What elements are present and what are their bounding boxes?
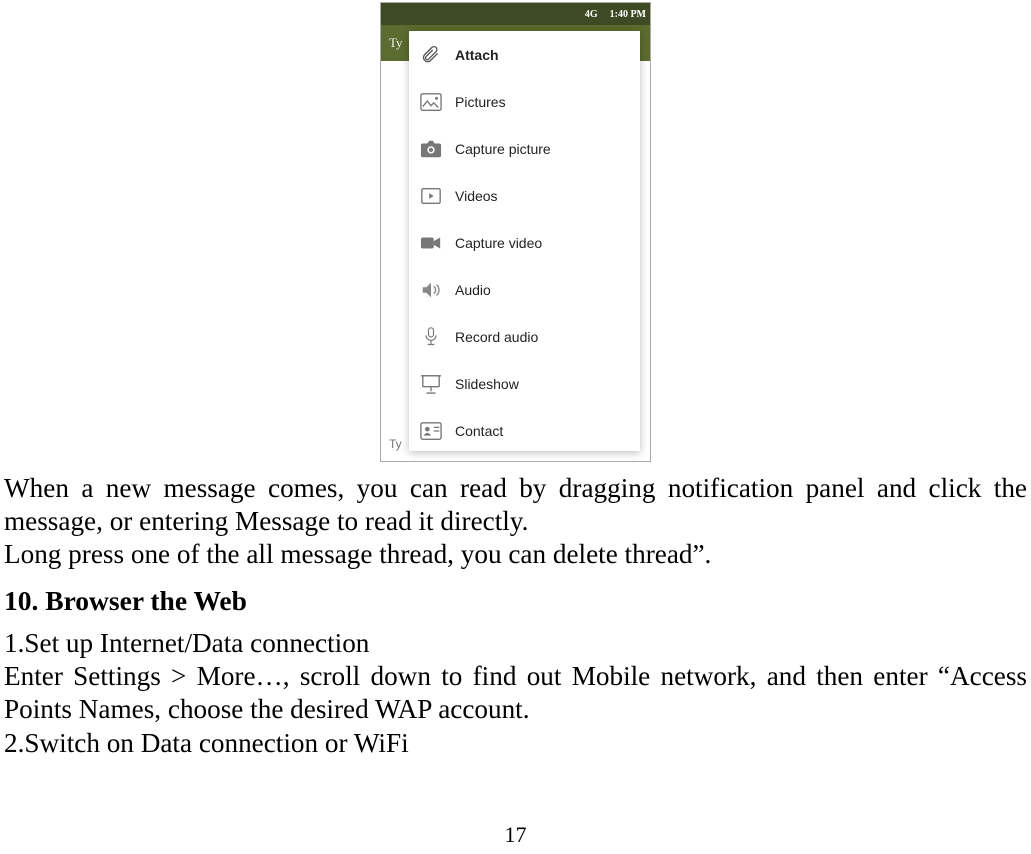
menu-item-videos[interactable]: Videos — [409, 172, 640, 219]
menu-item-label: Record audio — [455, 329, 538, 345]
footer-label: Ty — [389, 437, 402, 451]
paragraph: When a new message comes, you can read b… — [4, 472, 1027, 538]
picture-icon — [419, 92, 443, 112]
menu-item-record-audio[interactable]: Record audio — [409, 313, 640, 360]
paragraph: Long press one of the all message thread… — [4, 538, 1027, 571]
menu-item-label: Pictures — [455, 94, 506, 110]
menu-item-pictures[interactable]: Pictures — [409, 78, 640, 125]
slideshow-icon — [419, 374, 443, 394]
status-bar: 4G 1:40 PM — [381, 3, 650, 25]
menu-item-label: Videos — [455, 188, 498, 204]
menu-item-capture-video[interactable]: Capture video — [409, 219, 640, 266]
menu-item-label: Audio — [455, 282, 491, 298]
menu-item-attach[interactable]: Attach — [409, 31, 640, 78]
menu-item-capture-picture[interactable]: Capture picture — [409, 125, 640, 172]
speaker-icon — [419, 280, 443, 300]
video-file-icon — [419, 186, 443, 206]
contact-card-icon — [419, 421, 443, 441]
camera-icon — [419, 139, 443, 159]
attach-menu: Attach Pictures Capture picture Videos — [409, 31, 640, 451]
menu-item-label: Attach — [455, 47, 499, 63]
section-heading: 10. Browser the Web — [4, 584, 1027, 618]
menu-item-contact[interactable]: Contact — [409, 407, 640, 454]
compose-placeholder-partial: Ty — [389, 35, 403, 51]
menu-item-label: Slideshow — [455, 376, 519, 392]
paragraph: Enter Settings > More…, scroll down to f… — [4, 660, 1027, 726]
paragraph: 2.Switch on Data connection or WiFi — [4, 727, 1027, 760]
menu-item-label: Capture video — [455, 235, 542, 251]
menu-item-label: Contact — [455, 423, 503, 439]
document-body: When a new message comes, you can read b… — [0, 472, 1031, 760]
compose-footer-partial: Ty — [381, 427, 411, 461]
menu-item-slideshow[interactable]: Slideshow — [409, 360, 640, 407]
paragraph: 1.Set up Internet/Data connection — [4, 627, 1027, 660]
paperclip-icon — [419, 45, 443, 65]
clock-label: 1:40 PM — [610, 9, 646, 20]
phone-screenshot: 4G 1:40 PM Ty Attach — [380, 2, 651, 462]
microphone-icon — [419, 327, 443, 347]
menu-item-label: Capture picture — [455, 141, 551, 157]
camcorder-icon — [419, 233, 443, 253]
page-number: 17 — [0, 822, 1031, 848]
menu-item-audio[interactable]: Audio — [409, 266, 640, 313]
status-bar-right: 4G 1:40 PM — [585, 9, 646, 20]
network-type-label: 4G — [585, 9, 598, 20]
page: 4G 1:40 PM Ty Attach — [0, 0, 1031, 854]
